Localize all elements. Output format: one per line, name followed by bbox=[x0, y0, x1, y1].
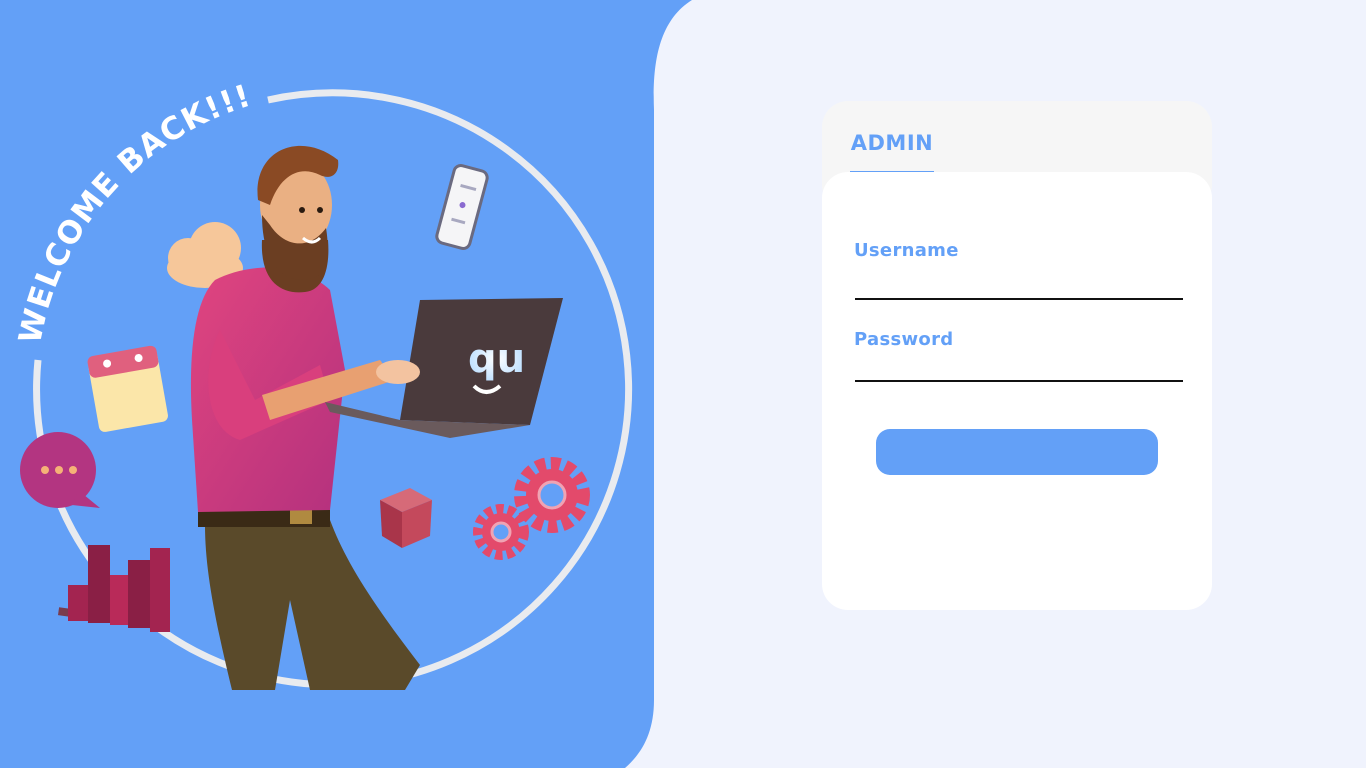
laptop-logo: qu bbox=[468, 336, 525, 382]
chat-bubble-icon bbox=[20, 432, 100, 508]
character-figure: qu bbox=[190, 145, 563, 690]
phone-icon bbox=[435, 164, 489, 250]
welcome-illustration: WELCOME BACK!!! qu bbox=[12, 78, 633, 690]
username-label: Username bbox=[854, 240, 959, 261]
cube-icon bbox=[380, 488, 432, 548]
login-button[interactable] bbox=[876, 429, 1158, 475]
gear-icon bbox=[473, 457, 590, 560]
tab-admin[interactable]: ADMIN bbox=[850, 128, 934, 174]
bar-chart-icon bbox=[57, 545, 171, 632]
password-label: Password bbox=[854, 329, 954, 350]
password-input[interactable] bbox=[855, 354, 1183, 382]
username-input[interactable] bbox=[855, 272, 1183, 300]
calendar-icon bbox=[87, 345, 168, 432]
login-page: WELCOME BACK!!! qu ADMIN Username Passwo… bbox=[0, 0, 1366, 768]
login-card bbox=[822, 172, 1212, 610]
hero-panel: WELCOME BACK!!! qu bbox=[0, 0, 700, 768]
